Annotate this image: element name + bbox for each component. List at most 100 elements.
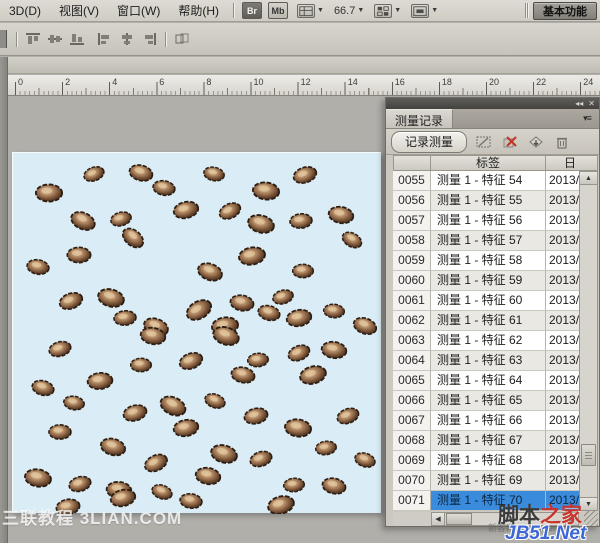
table-row[interactable]: 0061测量 1 - 特征 602013/8 [393, 291, 579, 311]
cell-id[interactable]: 0062 [393, 311, 431, 331]
cell-date[interactable]: 2013/8 [546, 171, 579, 191]
cell-id[interactable]: 0063 [393, 331, 431, 351]
cell-date[interactable]: 2013/8 [546, 291, 579, 311]
cell-label[interactable]: 测量 1 - 特征 55 [431, 191, 546, 211]
cell-date[interactable]: 2013/8 [546, 391, 579, 411]
table-row[interactable]: 0058测量 1 - 特征 572013/8 [393, 231, 579, 251]
menu-item[interactable]: 帮助(H) [169, 0, 228, 22]
cell-date[interactable]: 2013/8 [546, 311, 579, 331]
cell-label[interactable]: 测量 1 - 特征 67 [431, 431, 546, 451]
auto-align-layers-icon[interactable] [172, 30, 192, 48]
table-row[interactable]: 0065测量 1 - 特征 642013/8 [393, 371, 579, 391]
table-row[interactable]: 0056测量 1 - 特征 552013/8 [393, 191, 579, 211]
vertical-scrollbar-thumb[interactable] [581, 444, 596, 466]
cell-date[interactable]: 2013/8 [546, 451, 579, 471]
chevron-down-icon[interactable]: ▼ [431, 7, 438, 14]
align-horizontal-center-icon[interactable] [117, 30, 137, 48]
cell-label[interactable]: 测量 1 - 特征 62 [431, 331, 546, 351]
mini-bridge-button[interactable]: Mb [268, 2, 288, 19]
horizontal-ruler[interactable]: 024681012141618202224 [0, 75, 600, 96]
view-extras-button[interactable] [297, 4, 315, 18]
cell-id[interactable]: 0071 [393, 491, 431, 511]
cell-label[interactable]: 测量 1 - 特征 63 [431, 351, 546, 371]
table-row[interactable]: 0066测量 1 - 特征 652013/8 [393, 391, 579, 411]
cell-id[interactable]: 0056 [393, 191, 431, 211]
align-vertical-center-icon[interactable] [45, 30, 65, 48]
cell-date[interactable]: 2013/8 [546, 231, 579, 251]
cell-label[interactable]: 测量 1 - 特征 58 [431, 251, 546, 271]
trash-icon[interactable] [553, 134, 571, 150]
scroll-up-icon[interactable]: ▲ [580, 172, 597, 185]
tab-measurement-log[interactable]: 测量记录 [386, 109, 453, 128]
cell-date[interactable]: 2013/8 [546, 371, 579, 391]
cell-id[interactable]: 0057 [393, 211, 431, 231]
collapse-panels-icon[interactable]: ◂◂ [575, 100, 583, 108]
cell-date[interactable]: 2013/8 [546, 191, 579, 211]
column-header-label[interactable]: 标签 [431, 155, 546, 171]
cell-date[interactable]: 2013/8 [546, 331, 579, 351]
cell-id[interactable]: 0064 [393, 351, 431, 371]
cell-label[interactable]: 测量 1 - 特征 60 [431, 291, 546, 311]
close-icon[interactable]: ✕ [588, 100, 595, 108]
cell-label[interactable]: 测量 1 - 特征 68 [431, 451, 546, 471]
vertical-scrollbar[interactable]: ▲ ▼ [579, 171, 598, 511]
cell-label[interactable]: 测量 1 - 特征 61 [431, 311, 546, 331]
scroll-left-icon[interactable]: ◀ [432, 513, 445, 525]
align-left-icon[interactable] [95, 30, 115, 48]
zoom-level-value[interactable]: 66.7 [334, 5, 355, 17]
cell-label[interactable]: 测量 1 - 特征 66 [431, 411, 546, 431]
cell-label[interactable]: 测量 1 - 特征 57 [431, 231, 546, 251]
cell-label[interactable]: 测量 1 - 特征 56 [431, 211, 546, 231]
cell-id[interactable]: 0061 [393, 291, 431, 311]
cell-label[interactable]: 测量 1 - 特征 69 [431, 471, 546, 491]
cell-id[interactable]: 0067 [393, 411, 431, 431]
table-row[interactable]: 0055测量 1 - 特征 542013/8 [393, 171, 579, 191]
cell-date[interactable]: 2013/8 [546, 271, 579, 291]
cell-label[interactable]: 测量 1 - 特征 54 [431, 171, 546, 191]
horizontal-scrollbar-thumb[interactable] [446, 513, 472, 525]
chevron-down-icon[interactable]: ▼ [357, 7, 364, 14]
table-row[interactable]: 0062测量 1 - 特征 612013/8 [393, 311, 579, 331]
chevron-down-icon[interactable]: ▼ [394, 7, 401, 14]
table-row[interactable]: 0059测量 1 - 特征 582013/8 [393, 251, 579, 271]
cell-id[interactable]: 0065 [393, 371, 431, 391]
cell-id[interactable]: 0070 [393, 471, 431, 491]
document-canvas[interactable] [12, 152, 381, 513]
menu-item[interactable]: 窗口(W) [108, 0, 169, 22]
arrange-documents-button[interactable] [374, 4, 392, 18]
scroll-down-icon[interactable]: ▼ [580, 497, 597, 510]
panel-menu-icon[interactable]: ▾≡ [575, 109, 599, 128]
table-row[interactable]: 0067测量 1 - 特征 662013/8 [393, 411, 579, 431]
table-row[interactable]: 0063测量 1 - 特征 622013/8 [393, 331, 579, 351]
table-row[interactable]: 0068测量 1 - 特征 672013/8 [393, 431, 579, 451]
cell-id[interactable]: 0058 [393, 231, 431, 251]
column-header-date[interactable]: 日 [546, 155, 598, 171]
screen-mode-button[interactable] [411, 4, 429, 18]
select-measurement-icon[interactable] [475, 134, 493, 150]
cell-label[interactable]: 测量 1 - 特征 59 [431, 271, 546, 291]
table-row[interactable]: 0070测量 1 - 特征 692013/8 [393, 471, 579, 491]
table-row[interactable]: 0060测量 1 - 特征 592013/8 [393, 271, 579, 291]
column-header-number[interactable] [393, 155, 431, 171]
cell-date[interactable]: 2013/8 [546, 411, 579, 431]
menu-item[interactable]: 3D(D) [0, 0, 50, 22]
menu-item[interactable]: 视图(V) [50, 0, 108, 22]
cell-label[interactable]: 测量 1 - 特征 64 [431, 371, 546, 391]
cell-id[interactable]: 0055 [393, 171, 431, 191]
cell-label[interactable]: 测量 1 - 特征 65 [431, 391, 546, 411]
table-row[interactable]: 0069测量 1 - 特征 682013/8 [393, 451, 579, 471]
record-measurements-button[interactable]: 记录测量 [391, 131, 467, 153]
chevron-down-icon[interactable]: ▼ [317, 7, 324, 14]
cell-id[interactable]: 0069 [393, 451, 431, 471]
workspace-essentials-button[interactable]: 基本功能 [533, 2, 597, 20]
cell-date[interactable]: 2013/8 [546, 351, 579, 371]
cell-date[interactable]: 2013/8 [546, 251, 579, 271]
align-right-icon[interactable] [139, 30, 159, 48]
table-row[interactable]: 0064测量 1 - 特征 632013/8 [393, 351, 579, 371]
cell-id[interactable]: 0060 [393, 271, 431, 291]
align-bottom-icon[interactable] [67, 30, 87, 48]
cell-date[interactable]: 2013/8 [546, 211, 579, 231]
deselect-measurement-icon[interactable] [501, 134, 519, 150]
cell-id[interactable]: 0068 [393, 431, 431, 451]
cell-id[interactable]: 0066 [393, 391, 431, 411]
